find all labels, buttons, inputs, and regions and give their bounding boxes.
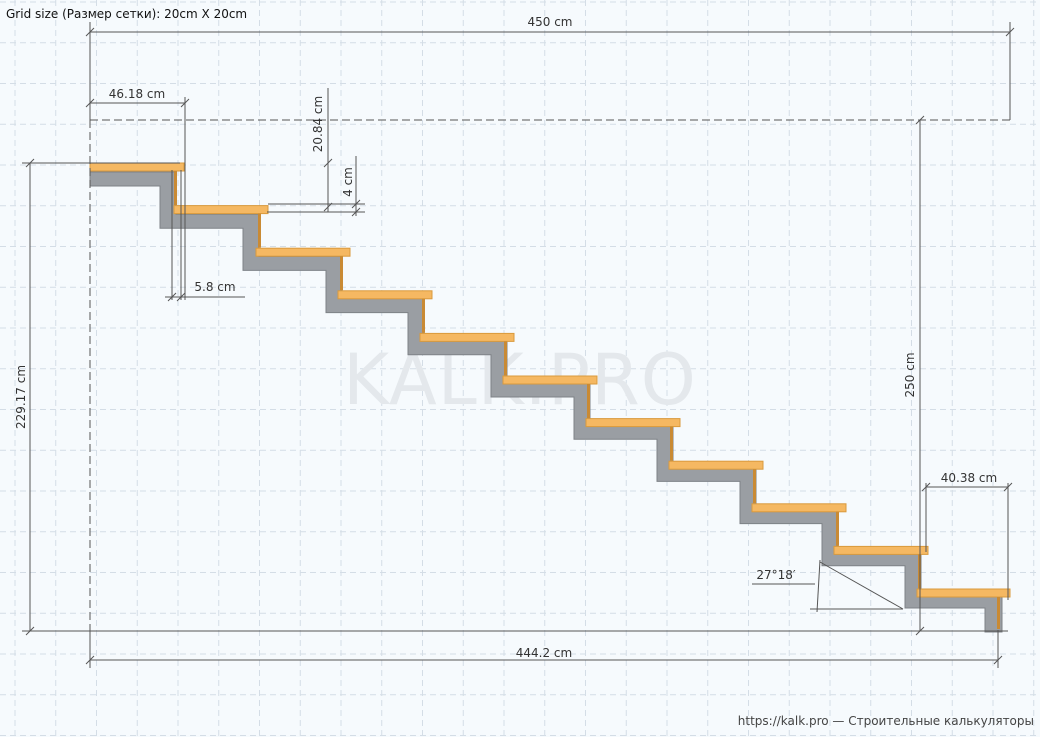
riser-board <box>174 171 177 205</box>
riser-board <box>340 256 343 291</box>
total-height-label: 250 cm <box>903 352 917 397</box>
stair-height-label: 229.17 cm <box>14 365 28 429</box>
riser-board <box>422 298 425 333</box>
last-tread-label: 40.38 cm <box>941 471 997 485</box>
drawing-canvas: KALK.PRO 450 cm 444.2 cm 46.18 cm 5.8 cm… <box>0 0 1040 737</box>
tread-depth-label: 46.18 cm <box>109 87 165 101</box>
site-credit: https://kalk.pro — Строительные калькуля… <box>737 714 1034 728</box>
overhang-label: 5.8 cm <box>194 280 235 294</box>
grid-size-label: Grid size (Размер сетки): 20cm X 20cm <box>6 7 248 21</box>
angle-slope-line <box>819 561 904 610</box>
riser-board <box>587 384 590 418</box>
riser-height-label: 20.84 cm <box>311 96 325 152</box>
total-width-label: 450 cm <box>527 15 572 29</box>
riser-board <box>997 597 1000 629</box>
tread-board <box>916 588 1011 598</box>
staircase-drawing: KALK.PRO 450 cm 444.2 cm 46.18 cm 5.8 cm… <box>0 0 1040 737</box>
tread-thickness-label: 4 cm <box>341 167 355 197</box>
angle-arc <box>816 559 821 613</box>
tread-board <box>833 545 929 555</box>
tread-board <box>255 247 351 257</box>
tread-board <box>751 503 847 513</box>
base-length-label: 444.2 cm <box>516 646 572 660</box>
tread-board <box>502 375 598 385</box>
tread-board <box>337 290 433 300</box>
tread-board <box>89 162 185 172</box>
angle-label: 27°18′ <box>756 568 796 582</box>
riser-board <box>504 341 507 376</box>
riser-board <box>836 511 839 546</box>
riser-board <box>258 213 261 248</box>
riser-board <box>670 426 673 461</box>
riser-board <box>753 469 756 504</box>
tread-board <box>419 332 515 342</box>
tread-board <box>585 418 681 428</box>
tread-board <box>668 460 764 470</box>
tread-board <box>173 205 269 215</box>
